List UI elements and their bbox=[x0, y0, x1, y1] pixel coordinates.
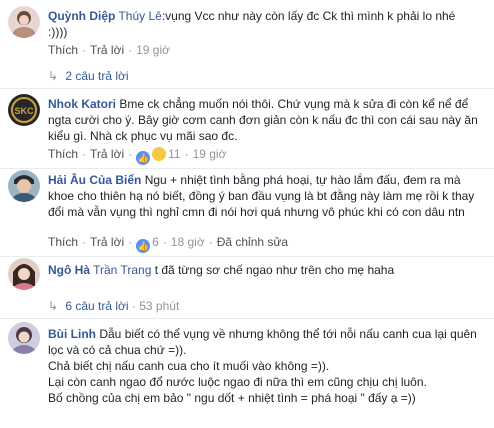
comment-paragraph: Chả biết chị nấu canh cua cho ít muối và… bbox=[48, 359, 330, 373]
avatar[interactable]: SKC bbox=[8, 94, 40, 126]
divider bbox=[0, 88, 494, 89]
comment-actions: Thích · Trả lời · 👍 6 · 18 giờ · Đã chỉnh sửa bbox=[48, 235, 289, 253]
comment-author[interactable]: Bùi Linh bbox=[48, 327, 96, 341]
comment-time[interactable]: 19 giờ bbox=[193, 147, 227, 161]
comment-text-line: :)))) bbox=[48, 25, 68, 39]
comment-author[interactable]: Quỳnh Diệp bbox=[48, 9, 115, 23]
comment-body: Nhok Katori Bme ck chẳng muốn nói thôi. … bbox=[48, 96, 482, 144]
replies-count[interactable]: 2 câu trả lời bbox=[65, 69, 128, 83]
avatar[interactable] bbox=[8, 258, 40, 290]
avatar[interactable] bbox=[8, 6, 40, 38]
comment-author[interactable]: Ngô Hà bbox=[48, 263, 90, 277]
view-replies-link[interactable]: ↳ 2 câu trả lời bbox=[48, 68, 129, 84]
divider bbox=[0, 168, 494, 169]
replies-count[interactable]: 6 câu trả lời bbox=[65, 299, 128, 313]
divider bbox=[0, 318, 494, 319]
comment-body: Bùi Linh Dẫu biết có thể vụng về nhưng k… bbox=[48, 326, 482, 406]
like-button[interactable]: Thích bbox=[48, 147, 78, 161]
like-button[interactable]: Thích bbox=[48, 235, 78, 249]
comment-body: Ngô Hà Trần Trang t đã từng sơ chế ngao … bbox=[48, 262, 482, 278]
comment-time[interactable]: 19 giờ bbox=[136, 43, 170, 57]
comment-paragraph: Lại còn canh ngao đổ nước luộc ngao đi n… bbox=[48, 375, 427, 389]
reply-button[interactable]: Trả lời bbox=[90, 43, 124, 57]
avatar-image bbox=[8, 322, 40, 354]
reactions-summary[interactable]: 👍 11 bbox=[136, 147, 181, 165]
avatar[interactable] bbox=[8, 322, 40, 354]
comment-author[interactable]: Nhok Katori bbox=[48, 97, 116, 111]
avatar-image: SKC bbox=[8, 94, 40, 126]
replies-age: 53 phút bbox=[139, 299, 180, 313]
tagged-user[interactable]: Thúy Lê bbox=[118, 9, 161, 23]
reply-button[interactable]: Trả lời bbox=[90, 235, 124, 249]
comment-time[interactable]: 18 giờ bbox=[171, 235, 205, 249]
comment-paragraph: Bố chồng của chị em bảo " ngu dốt + nhiệ… bbox=[48, 391, 416, 405]
comment-body: Hải Âu Của Biển Ngu + nhiệt tình bằng ph… bbox=[48, 172, 482, 220]
like-reaction-icon: 👍 bbox=[136, 239, 151, 253]
comment-text: Dẫu biết có thể vụng về nhưng không thể … bbox=[48, 327, 477, 357]
reply-button[interactable]: Trả lời bbox=[90, 147, 124, 161]
comment-thread: Quỳnh Diệp Thúy Lê:vụng Vcc như này còn … bbox=[0, 0, 494, 428]
reply-arrow-icon: ↳ bbox=[48, 299, 59, 313]
avatar[interactable] bbox=[8, 170, 40, 202]
reply-arrow-icon: ↳ bbox=[48, 69, 59, 83]
comment-author[interactable]: Hải Âu Của Biển bbox=[48, 173, 141, 187]
avatar-image bbox=[8, 170, 40, 202]
divider bbox=[0, 256, 494, 257]
wow-reaction-icon bbox=[152, 147, 167, 161]
like-reaction-icon: 👍 bbox=[136, 151, 151, 165]
avatar-image bbox=[8, 6, 40, 38]
comment-text: t đã từng sơ chế ngao như trên cho mẹ ha… bbox=[154, 263, 395, 277]
reactions-summary[interactable]: 👍 6 bbox=[136, 235, 159, 253]
comment-body: Quỳnh Diệp Thúy Lê:vụng Vcc như này còn … bbox=[48, 8, 482, 40]
view-replies-link[interactable]: ↳ 6 câu trả lời · 53 phút bbox=[48, 298, 179, 314]
avatar-logo-text: SKC bbox=[14, 106, 34, 116]
comment-actions: Thích · Trả lời · 👍 11 · 19 giờ bbox=[48, 147, 227, 165]
comment-actions: Thích · Trả lời · 19 giờ bbox=[48, 43, 170, 57]
edited-label[interactable]: Đã chỉnh sửa bbox=[217, 235, 288, 249]
avatar-image bbox=[8, 258, 40, 290]
reaction-count: 11 bbox=[168, 147, 181, 161]
like-button[interactable]: Thích bbox=[48, 43, 78, 57]
comment-text: :vụng Vcc như này còn lấy đc Ck thì mình… bbox=[161, 9, 456, 23]
reaction-count: 6 bbox=[152, 235, 159, 249]
tagged-user[interactable]: Trần Trang bbox=[93, 263, 151, 277]
